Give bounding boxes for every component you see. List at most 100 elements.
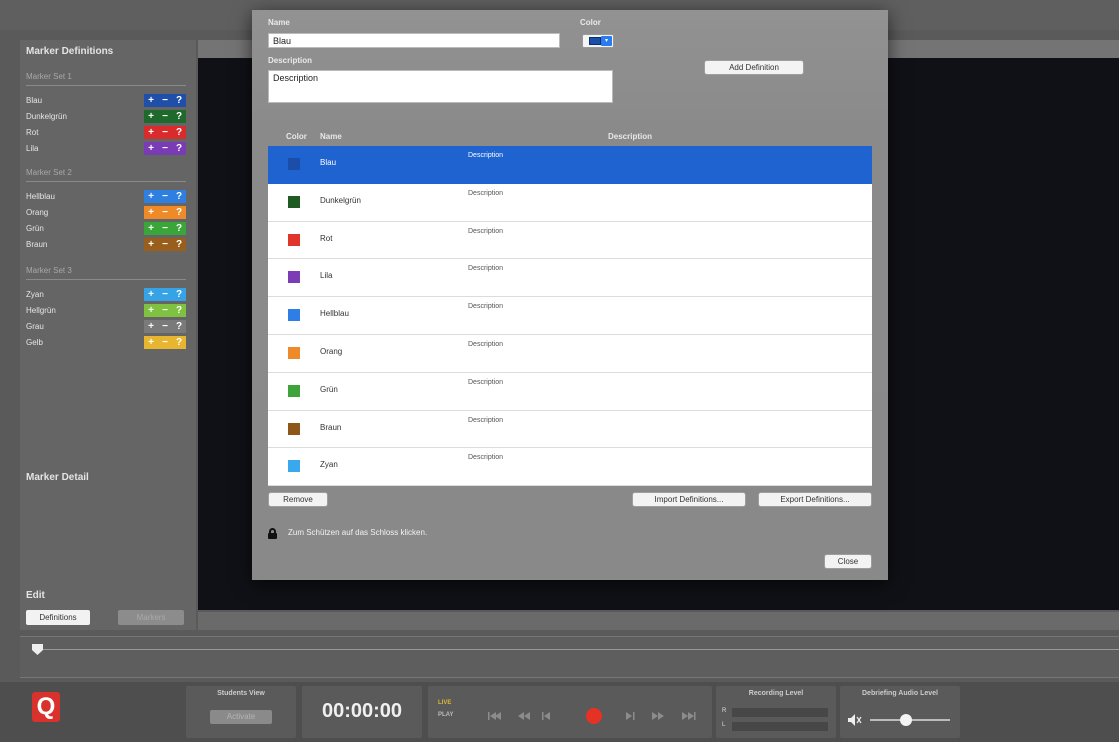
marker-item: Hellgrün + −? [26, 304, 186, 317]
remove-marker-icon[interactable]: − [158, 304, 172, 317]
table-row[interactable]: Zyan Description [268, 448, 872, 486]
marker-info-icon[interactable]: ? [172, 142, 186, 155]
column-header-description[interactable]: Description [608, 132, 652, 141]
column-header-color[interactable]: Color [286, 132, 307, 141]
table-row[interactable]: Dunkelgrün Description [268, 184, 872, 222]
table-row[interactable]: Braun Description [268, 411, 872, 449]
marker-buttons: + −? [144, 336, 186, 349]
row-description: Description [468, 189, 504, 197]
marker-info-icon[interactable]: ? [172, 288, 186, 301]
add-marker-icon[interactable]: + [144, 94, 158, 107]
play-label[interactable]: PLAY [438, 712, 453, 718]
row-description: Description [468, 265, 504, 273]
marker-info-icon[interactable]: ? [172, 336, 186, 349]
channel-r-label: R [722, 708, 727, 714]
add-marker-icon[interactable]: + [144, 288, 158, 301]
import-definitions-button[interactable]: Import Definitions... [632, 492, 746, 507]
add-definition-button[interactable]: Add Definition [704, 60, 804, 75]
marker-info-icon[interactable]: ? [172, 190, 186, 203]
table-row[interactable]: Lila Description [268, 259, 872, 298]
marker-info-icon[interactable]: ? [172, 206, 186, 219]
marker-item: Dunkelgrün + −? [26, 110, 186, 123]
fast-forward-icon[interactable] [652, 712, 664, 720]
add-marker-icon[interactable]: + [144, 126, 158, 139]
remove-marker-icon[interactable]: − [158, 288, 172, 301]
speaker-mute-icon[interactable] [848, 714, 862, 726]
remove-marker-icon[interactable]: − [158, 238, 172, 251]
close-button[interactable]: Close [824, 554, 872, 569]
description-input[interactable]: Description [268, 70, 613, 103]
marker-info-icon[interactable]: ? [172, 94, 186, 107]
skip-to-start-icon[interactable] [488, 712, 501, 720]
remove-marker-icon[interactable]: − [158, 320, 172, 333]
step-back-icon[interactable] [542, 712, 550, 720]
marker-sidebar: Marker Definitions Marker Set 1 Blau + −? Du… [20, 40, 196, 630]
marker-buttons: + −? [144, 304, 186, 317]
playback-panel: LIVE PLAY [428, 686, 712, 738]
record-icon[interactable] [586, 708, 602, 724]
marker-info-icon[interactable]: ? [172, 304, 186, 317]
row-color-swatch [288, 158, 300, 170]
students-view-panel: Students View Activate [186, 686, 296, 738]
table-row[interactable]: Hellblau Description [268, 297, 872, 335]
table-row[interactable]: Grün Description [268, 373, 872, 411]
remove-marker-icon[interactable]: − [158, 190, 172, 203]
marker-item: Grün + −? [26, 222, 186, 235]
remove-button[interactable]: Remove [268, 492, 328, 507]
name-input[interactable]: Blau [268, 33, 560, 48]
add-marker-icon[interactable]: + [144, 190, 158, 203]
export-definitions-button[interactable]: Export Definitions... [758, 492, 872, 507]
timeline-scrubber[interactable] [20, 636, 1119, 678]
marker-info-icon[interactable]: ? [172, 110, 186, 123]
marker-item-label: Lila [26, 144, 39, 153]
remove-marker-icon[interactable]: − [158, 110, 172, 123]
color-picker[interactable]: ▾ [582, 34, 614, 48]
definitions-button[interactable]: Definitions [26, 610, 90, 625]
add-marker-icon[interactable]: + [144, 222, 158, 235]
chevron-down-icon: ▾ [601, 36, 612, 46]
add-marker-icon[interactable]: + [144, 336, 158, 349]
fast-rewind-icon[interactable] [518, 712, 530, 720]
table-row[interactable]: Orang Description [268, 335, 872, 373]
playhead-handle[interactable] [32, 644, 43, 655]
row-description: Description [468, 303, 504, 311]
add-marker-icon[interactable]: + [144, 110, 158, 123]
remove-marker-icon[interactable]: − [158, 126, 172, 139]
table-row[interactable]: Blau Description [268, 146, 872, 184]
markers-button[interactable]: Markers [118, 610, 184, 625]
remove-marker-icon[interactable]: − [158, 336, 172, 349]
marker-item-label: Dunkelgrün [26, 112, 67, 121]
marker-detail-title: Marker Detail [26, 472, 89, 483]
marker-buttons: + −? [144, 110, 186, 123]
column-header-name[interactable]: Name [320, 132, 342, 141]
marker-info-icon[interactable]: ? [172, 320, 186, 333]
marker-buttons: + −? [144, 320, 186, 333]
marker-item-label: Orang [26, 208, 49, 217]
marker-buttons: + −? [144, 288, 186, 301]
add-marker-icon[interactable]: + [144, 142, 158, 155]
marker-info-icon[interactable]: ? [172, 222, 186, 235]
skip-to-end-icon[interactable] [682, 712, 696, 720]
add-marker-icon[interactable]: + [144, 238, 158, 251]
add-marker-icon[interactable]: + [144, 320, 158, 333]
color-swatch [589, 37, 601, 45]
add-marker-icon[interactable]: + [144, 206, 158, 219]
remove-marker-icon[interactable]: − [158, 206, 172, 219]
marker-item-label: Zyan [26, 290, 44, 299]
live-label[interactable]: LIVE [438, 700, 451, 706]
marker-definitions-title: Marker Definitions [26, 46, 114, 57]
marker-info-icon[interactable]: ? [172, 126, 186, 139]
volume-slider-thumb[interactable] [900, 714, 912, 726]
row-name: Lila [320, 271, 333, 281]
step-forward-icon[interactable] [626, 712, 635, 720]
add-marker-icon[interactable]: + [144, 304, 158, 317]
remove-marker-icon[interactable]: − [158, 142, 172, 155]
remove-marker-icon[interactable]: − [158, 94, 172, 107]
remove-marker-icon[interactable]: − [158, 222, 172, 235]
table-row[interactable]: Rot Description [268, 222, 872, 260]
marker-item: Rot + −? [26, 126, 186, 139]
marker-buttons: + −? [144, 222, 186, 235]
marker-info-icon[interactable]: ? [172, 238, 186, 251]
lock-icon[interactable] [268, 528, 277, 539]
activate-button[interactable]: Activate [210, 710, 272, 724]
